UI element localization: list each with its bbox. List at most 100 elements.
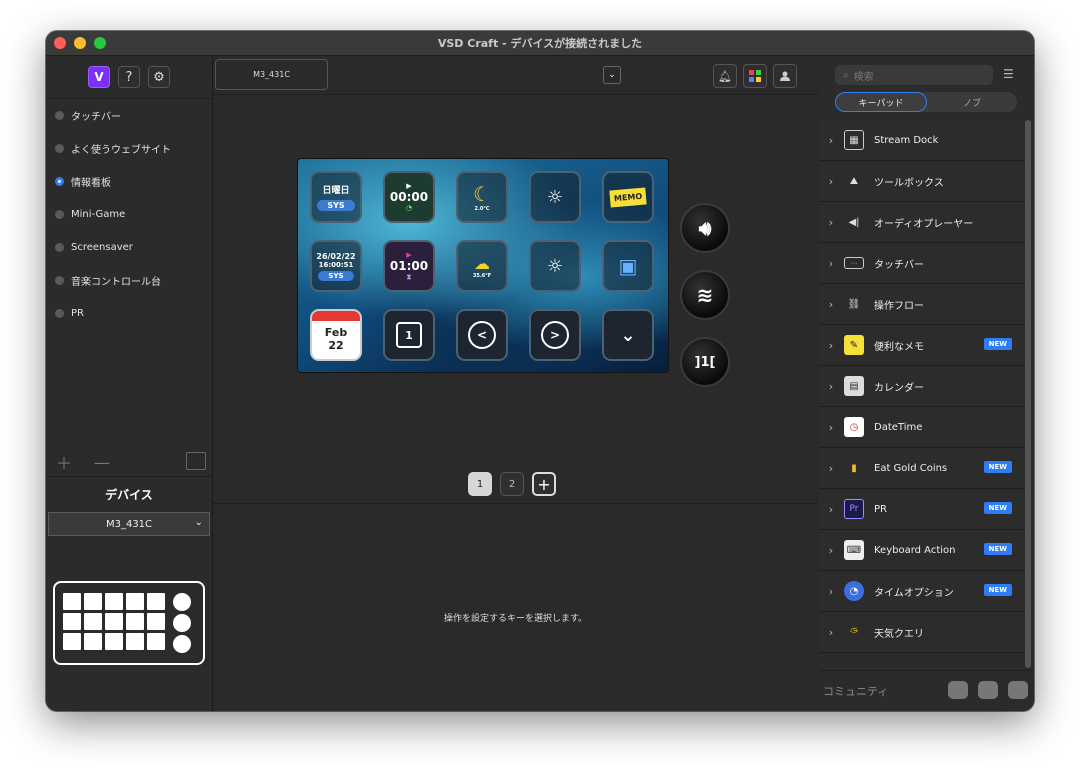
page-item-pr[interactable]: PR [46,297,212,330]
key-clipboard[interactable]: ▣ [602,240,654,292]
remove-page-icon[interactable]: — [94,453,110,472]
key-countdown[interactable]: ▶ 01:00 ⧗ [383,240,435,292]
keypad-knob-toggle: キーパッド ノブ [835,92,1017,112]
plugin-scrollbar[interactable] [1025,120,1031,668]
device-select-value: M3_431C [105,518,153,530]
diagram-key-grid [63,593,165,650]
plugin-item-operation-flow[interactable]: › ⛓︎ 操作フロー [819,284,1025,325]
plugin-item-pr[interactable]: › Pr PR NEW [819,489,1025,530]
plugin-item-time-option[interactable]: › ◔ タイムオプション NEW [819,571,1025,612]
knob-page-switch[interactable]: ]1[ [680,337,730,387]
key-page-number[interactable]: 1 [383,309,435,361]
radio-icon [55,276,64,285]
knob-layers[interactable]: ≋ [680,270,730,320]
plugin-label: Eat Gold Coins [874,462,948,474]
hourglass-icon: ⧗ [406,272,412,281]
window-controls [54,37,106,49]
plugin-item-calendar[interactable]: › ▤ カレンダー [819,366,1025,407]
help-icon[interactable]: ? [118,66,140,88]
plugin-item-toolbox[interactable]: › ⛰︎ ツールボックス [819,161,1025,202]
maximize-window-button[interactable] [94,37,106,49]
chevron-right-icon: › [828,461,834,475]
page-pager: 1 2 + [468,472,556,496]
key-stopwatch[interactable]: ▶ 00:00 ◔ [383,171,435,223]
key-datetime[interactable]: 26/02/22 16:00:51 SYS [310,240,362,292]
plugin-item-stream-dock[interactable]: › ▦ Stream Dock [819,120,1025,161]
left-panel: V ? ⚙ タッチバー よく使うウェブサイト 情報看板 Mini-Game Sc… [46,56,213,711]
plugin-item-weather[interactable]: › ⛅︎ 天気クエリ [819,612,1025,653]
key-previous-page[interactable]: < [456,309,508,361]
page-item-screensaver[interactable]: Screensaver [46,231,212,264]
title-bar: VSD Craft - デバイスが接続されました [46,31,1034,56]
community-label: コミュニティ [823,685,889,698]
plugin-label: タッチバー [874,259,924,271]
play-icon: ▶ [406,182,412,190]
user-icon[interactable] [773,64,797,88]
play-icon: ▶ [406,250,412,259]
page-item-touchbar[interactable]: タッチバー [46,99,212,132]
tab-knob[interactable]: ノブ [927,92,1017,112]
plugin-item-audio-player[interactable]: › ◀︎| オーディオプレーヤー [819,202,1025,243]
device-manager-icon[interactable] [186,452,206,470]
page-item-mini-game[interactable]: Mini-Game [46,198,212,231]
page-button-1[interactable]: 1 [468,472,492,496]
add-page-icon[interactable]: ＋ [56,450,72,474]
plugin-item-memo[interactable]: › ✎ 便利なメモ NEW [819,325,1025,366]
device-deck-preview: 日曜日 SYS ▶ 00:00 ◔ ☾ 2.0°C ☼ MEMO 26/02/2… [297,158,669,373]
plugin-label: 天気クエリ [874,628,924,640]
add-page-button[interactable]: + [532,472,556,496]
keyboard-action-icon: ⌨︎ [844,540,864,560]
key-day-of-week[interactable]: 日曜日 SYS [310,171,362,223]
key-chevron-down[interactable]: ⌄ [602,309,654,361]
premiere-icon: Pr [844,499,864,519]
key-weather-cloud[interactable]: ☁︎ 35.6°F [456,240,508,292]
discord-icon[interactable] [978,681,998,699]
memo-icon: ✎ [844,335,864,355]
store-icon[interactable] [743,64,767,88]
key-calendar[interactable]: Feb 22 [310,309,362,361]
page-item-info-board[interactable]: 情報看板 [46,165,212,198]
diagram-knobs [173,593,191,653]
knob-volume[interactable]: 🔊︎ [680,203,730,253]
device-select[interactable]: M3_431C ⌄ [48,512,210,536]
chevron-right-icon: › [828,256,834,270]
page-button-2[interactable]: 2 [500,472,524,496]
key-memo[interactable]: MEMO [602,171,654,223]
page-item-label: PR [71,308,84,319]
plugin-item-keyboard-action[interactable]: › ⌨︎ Keyboard Action NEW [819,530,1025,571]
radio-selected-icon [55,177,64,186]
radio-icon [55,111,64,120]
page-actions: ＋ — [46,451,212,477]
close-window-button[interactable] [54,37,66,49]
chevron-right-icon: › [828,297,834,311]
tab-keypad[interactable]: キーパッド [835,92,927,112]
bell-icon[interactable]: 🔔︎ [713,64,737,88]
plugin-item-datetime[interactable]: › ◷ DateTime [819,407,1025,448]
page-item-websites[interactable]: よく使うウェブサイト [46,132,212,165]
plugin-item-touchbar[interactable]: › ⋯ タッチバー [819,243,1025,284]
page-item-label: Mini-Game [71,209,126,220]
key-brightness-up[interactable]: ☼ [529,171,581,223]
audio-icon: ◀︎| [848,216,860,228]
page-item-music-control[interactable]: 音楽コントロール台 [46,264,212,297]
reddit-icon[interactable] [948,681,968,699]
app-logo-icon[interactable]: V [88,66,110,88]
device-tab[interactable]: M3_431C [215,59,328,90]
minimize-window-button[interactable] [74,37,86,49]
app-window: VSD Craft - デバイスが接続されました V ? ⚙ タッチバー よく使… [46,31,1034,711]
key-brightness-down[interactable]: ☼ [529,240,581,292]
speaker-icon: 🔊︎ [698,216,712,240]
page-item-label: Screensaver [71,242,133,253]
chevron-down-icon[interactable]: ⌄ [603,66,621,84]
chat-icon[interactable] [1008,681,1028,699]
plugin-item-eat-gold-coins[interactable]: › ▮ Eat Gold Coins NEW [819,448,1025,489]
key-weather-night[interactable]: ☾ 2.0°C [456,171,508,223]
plugin-label: DateTime [874,421,923,433]
key-next-page[interactable]: > [529,309,581,361]
new-badge: NEW [983,502,1012,514]
chevron-right-icon: › [828,379,834,393]
list-view-icon[interactable]: ☰ [1003,67,1014,81]
gear-icon[interactable]: ⚙ [148,66,170,88]
search-input[interactable]: ⌕ 検索 [835,65,993,85]
left-toolbar: V ? ⚙ [46,56,212,99]
